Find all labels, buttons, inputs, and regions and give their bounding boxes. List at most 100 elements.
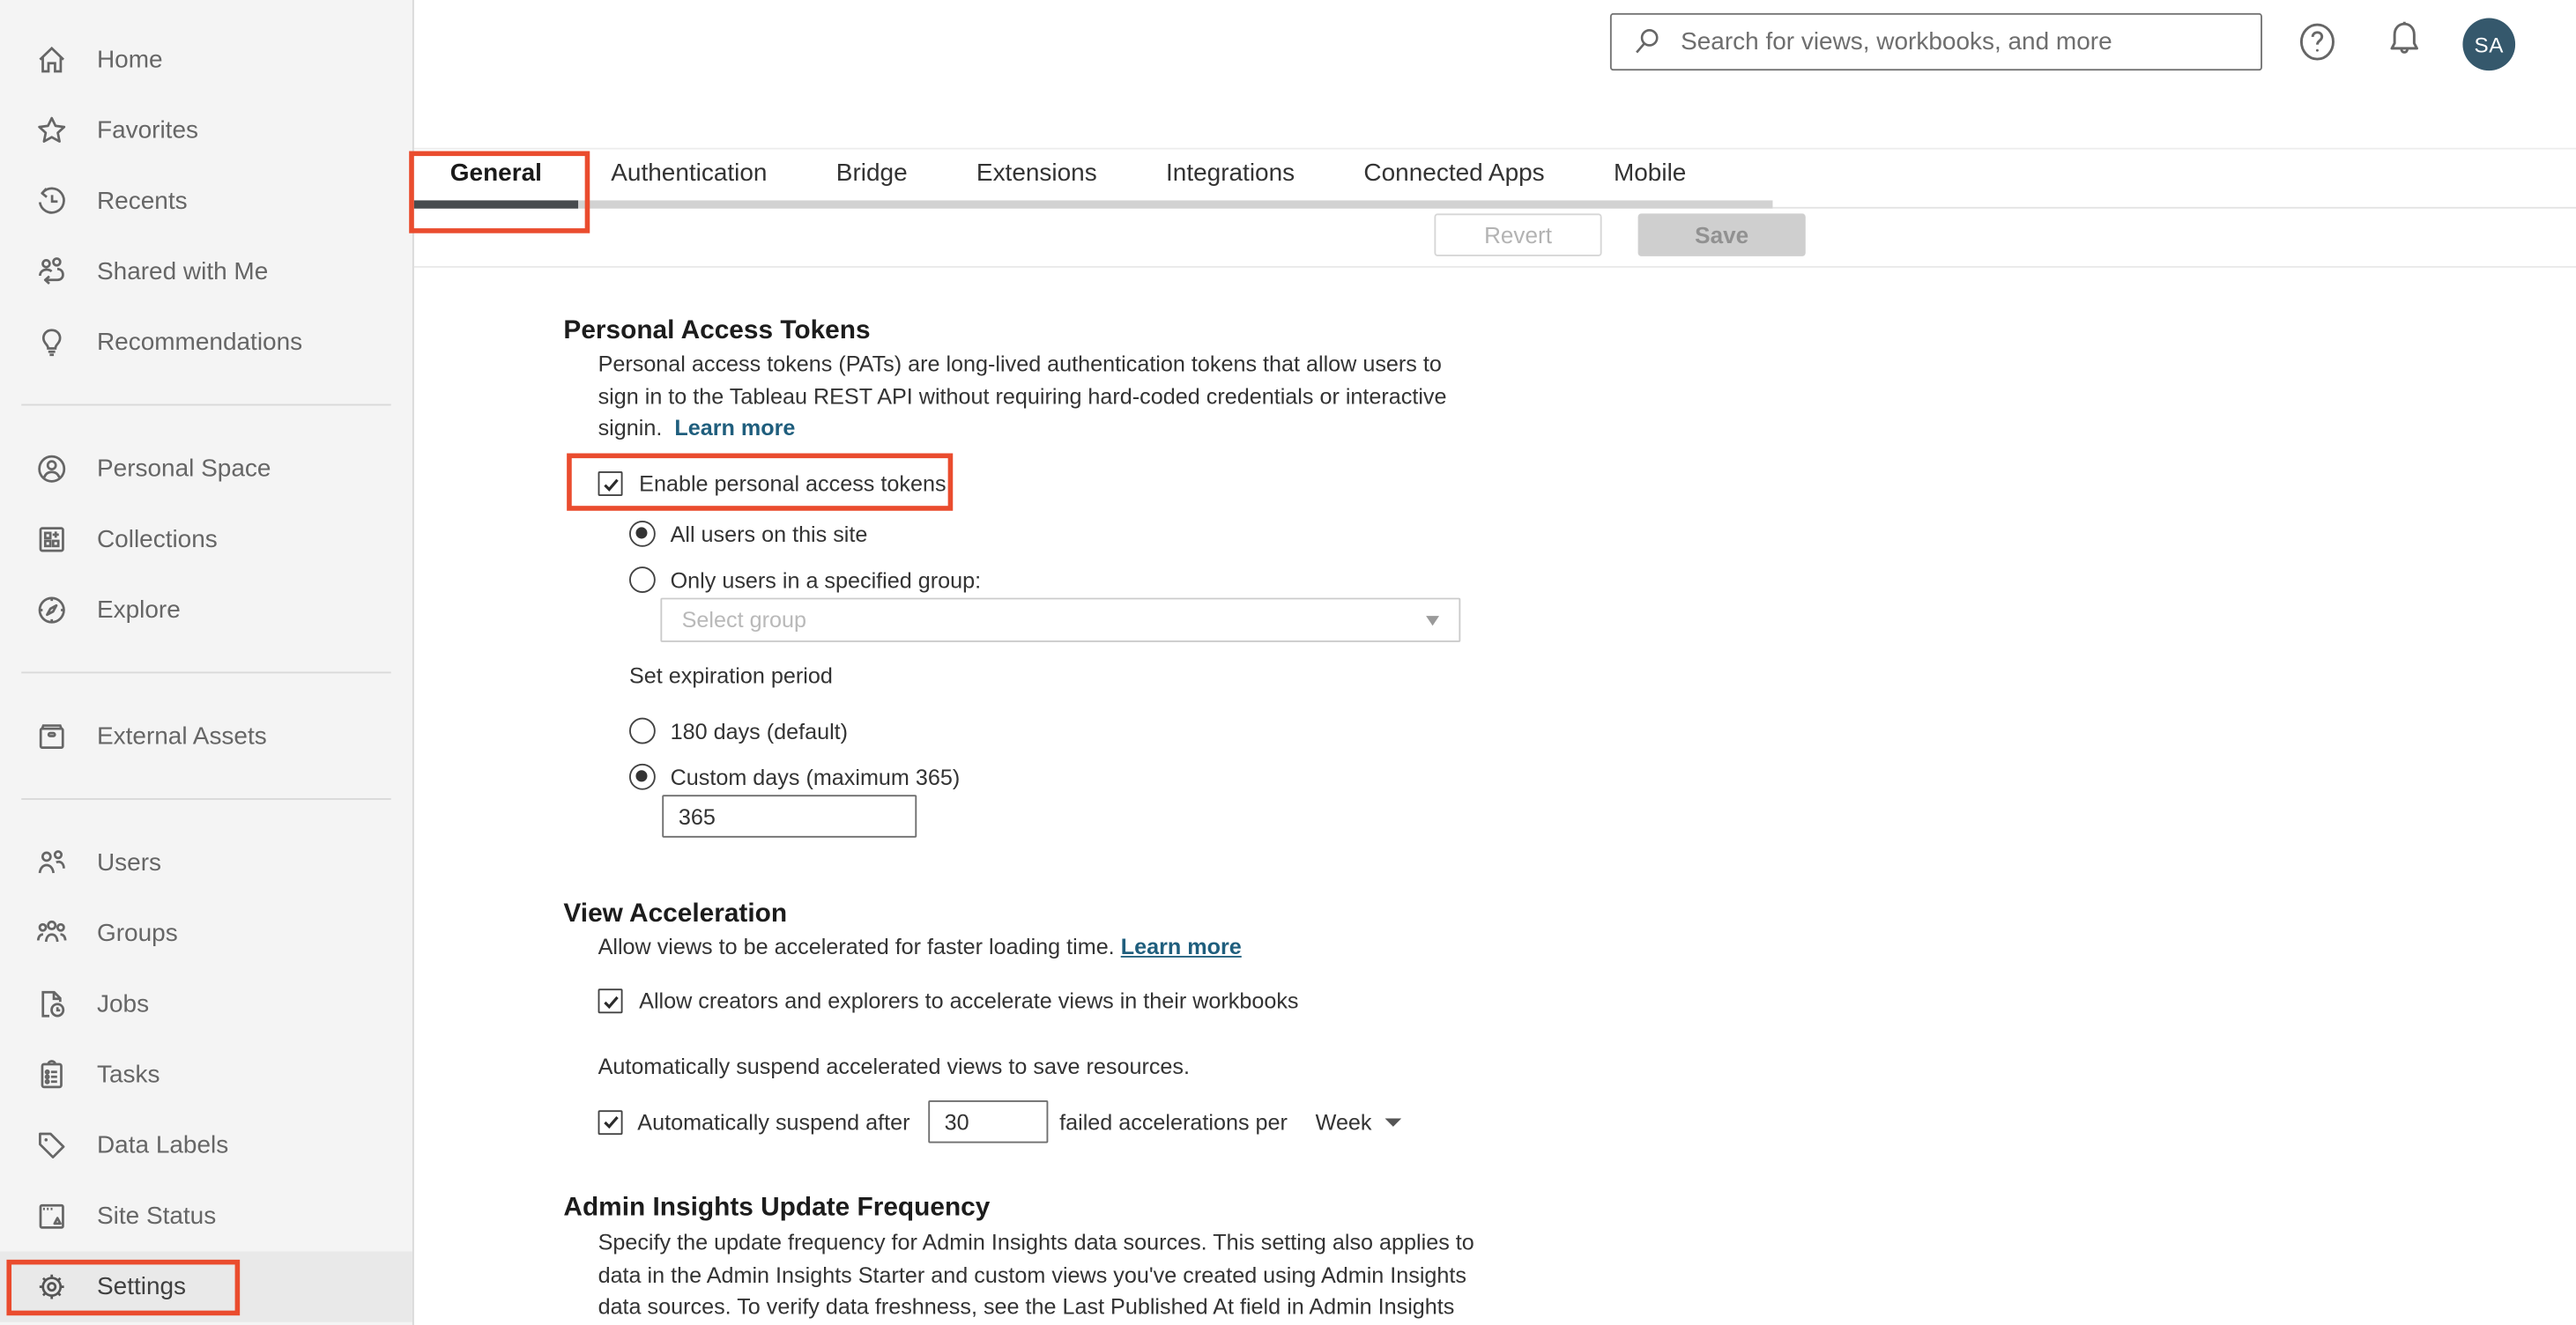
allow-acceleration-row: Allow creators and explorers to accelera… bbox=[598, 988, 1299, 1014]
suspend-period-value: Week bbox=[1315, 1109, 1372, 1135]
enable-pat-checkbox[interactable] bbox=[598, 471, 623, 496]
sidebar-item-recommendations[interactable]: Recommendations bbox=[0, 307, 412, 378]
sidebar-divider bbox=[21, 798, 391, 800]
tab-underline-track bbox=[578, 200, 1773, 209]
user-avatar[interactable]: SA bbox=[2462, 18, 2516, 71]
sidebar-item-settings[interactable]: Settings bbox=[0, 1251, 412, 1322]
clipboard-icon bbox=[34, 1058, 69, 1092]
sidebar-item-label: Home bbox=[96, 46, 163, 74]
tab-authentication[interactable]: Authentication bbox=[611, 159, 767, 188]
bell-icon bbox=[2390, 21, 2418, 54]
tab-integrations[interactable]: Integrations bbox=[1166, 159, 1295, 188]
sidebar-item-label: Tasks bbox=[96, 1061, 160, 1089]
groups-icon bbox=[34, 916, 69, 951]
sidebar-item-label: External Assets bbox=[96, 722, 267, 751]
toolbar-divider bbox=[413, 266, 2576, 268]
sidebar-divider bbox=[21, 671, 391, 674]
sidebar-item-groups[interactable]: Groups bbox=[0, 899, 412, 969]
sidebar-item-recents[interactable]: Recents bbox=[0, 166, 412, 236]
sidebar-item-users[interactable]: Users bbox=[0, 828, 412, 899]
revert-button[interactable]: Revert bbox=[1434, 213, 1602, 256]
sidebar-item-collections[interactable]: Collections bbox=[0, 504, 412, 574]
tab-general[interactable]: General bbox=[450, 159, 542, 188]
view-acceleration-section-title: View Acceleration bbox=[563, 900, 788, 929]
archive-icon bbox=[34, 720, 69, 754]
search-bar bbox=[1609, 12, 2263, 71]
all-users-label: All users on this site bbox=[670, 521, 868, 546]
pat-description: Personal access tokens (PATs) are long-l… bbox=[598, 351, 1447, 440]
help-button[interactable] bbox=[2295, 19, 2339, 72]
tab-bridge[interactable]: Bridge bbox=[836, 159, 908, 188]
expiration-label: Set expiration period bbox=[628, 663, 833, 689]
custom-days-input[interactable] bbox=[662, 795, 917, 838]
sidebar-item-external-assets[interactable]: External Assets bbox=[0, 701, 412, 772]
history-icon bbox=[34, 184, 69, 218]
sidebar-item-label: Explore bbox=[96, 596, 181, 625]
expiration-custom-row: Custom days (maximum 365) bbox=[628, 763, 961, 790]
sidebar-item-label: Groups bbox=[96, 919, 178, 948]
sidebar-item-label: Recommendations bbox=[96, 328, 303, 357]
site-status-icon bbox=[34, 1199, 69, 1233]
sidebar-item-tasks[interactable]: Tasks bbox=[0, 1040, 412, 1110]
chevron-down-icon bbox=[1385, 1117, 1402, 1126]
sidebar-item-label: Users bbox=[96, 848, 162, 877]
group-select-placeholder: Select group bbox=[681, 607, 806, 633]
home-icon bbox=[34, 42, 69, 77]
suspend-threshold-input[interactable] bbox=[927, 1100, 1049, 1144]
sidebar-item-label: Shared with Me bbox=[96, 257, 269, 286]
suspend-note: Automatically suspend accelerated views … bbox=[598, 1054, 1191, 1079]
admin-insights-description: Specify the update frequency for Admin I… bbox=[598, 1230, 1474, 1319]
custom-days-label: Custom days (maximum 365) bbox=[670, 764, 961, 789]
pat-all-users-row: All users on this site bbox=[628, 520, 868, 547]
shared-icon bbox=[34, 255, 69, 289]
active-tab-underline bbox=[413, 200, 579, 209]
tab-mobile[interactable]: Mobile bbox=[1614, 159, 1686, 188]
settings-tabs: General Authentication Bridge Extensions… bbox=[450, 159, 1687, 188]
sidebar-divider bbox=[21, 403, 391, 406]
specified-group-label: Only users in a specified group: bbox=[670, 567, 982, 593]
save-button[interactable]: Save bbox=[1637, 213, 1806, 256]
allow-acceleration-label: Allow creators and explorers to accelera… bbox=[639, 988, 1299, 1014]
auto-suspend-label: Automatically suspend after bbox=[637, 1109, 910, 1135]
tab-connected-apps[interactable]: Connected Apps bbox=[1363, 159, 1544, 188]
sidebar-item-label: Collections bbox=[96, 525, 218, 554]
custom-days-radio[interactable] bbox=[628, 763, 656, 790]
group-select[interactable]: Select group bbox=[660, 597, 1461, 642]
lightbulb-icon bbox=[34, 325, 69, 359]
sidebar-item-shared-with-me[interactable]: Shared with Me bbox=[0, 236, 412, 307]
pat-learn-more-link[interactable]: Learn more bbox=[674, 416, 795, 440]
sidebar-item-favorites[interactable]: Favorites bbox=[0, 95, 412, 166]
auto-suspend-row: Automatically suspend after failed accel… bbox=[598, 1100, 1402, 1144]
notifications-button[interactable] bbox=[2382, 19, 2426, 71]
sidebar-item-label: Recents bbox=[96, 187, 188, 216]
auto-suspend-checkbox[interactable] bbox=[598, 1109, 623, 1135]
all-users-radio[interactable] bbox=[628, 520, 656, 547]
suspend-period-select[interactable]: Week bbox=[1315, 1109, 1402, 1135]
enable-pat-row: Enable personal access tokens bbox=[598, 471, 947, 496]
pat-specified-group-row: Only users in a specified group: bbox=[628, 566, 982, 593]
sidebar-item-home[interactable]: Home bbox=[0, 25, 412, 95]
days-180-radio[interactable] bbox=[628, 717, 656, 744]
chevron-down-icon bbox=[1426, 615, 1440, 625]
tableau-settings-page: Home Favorites Recents Shared with Me Re… bbox=[0, 0, 2576, 1325]
view-acceleration-learn-more-link[interactable]: Learn more bbox=[1121, 935, 1242, 959]
sidebar-item-jobs[interactable]: Jobs bbox=[0, 969, 412, 1040]
sidebar-item-site-status[interactable]: Site Status bbox=[0, 1181, 412, 1251]
tab-extensions[interactable]: Extensions bbox=[976, 159, 1097, 188]
sidebar-item-data-labels[interactable]: Data Labels bbox=[0, 1110, 412, 1181]
specified-group-radio[interactable] bbox=[628, 566, 656, 593]
sidebar-item-personal-space[interactable]: Personal Space bbox=[0, 433, 412, 504]
search-input[interactable] bbox=[1677, 14, 2261, 70]
pat-section-title: Personal Access Tokens bbox=[563, 317, 871, 345]
help-icon bbox=[2299, 23, 2335, 61]
days-180-label: 180 days (default) bbox=[670, 718, 849, 744]
document-clock-icon bbox=[34, 987, 69, 1021]
star-icon bbox=[34, 114, 69, 148]
allow-acceleration-checkbox[interactable] bbox=[598, 988, 623, 1014]
person-circle-icon bbox=[34, 452, 69, 486]
sidebar: Home Favorites Recents Shared with Me Re… bbox=[0, 0, 414, 1325]
header-divider bbox=[413, 147, 2576, 150]
sidebar-item-label: Settings bbox=[96, 1272, 187, 1301]
sidebar-item-explore[interactable]: Explore bbox=[0, 574, 412, 645]
compass-icon bbox=[34, 593, 69, 627]
